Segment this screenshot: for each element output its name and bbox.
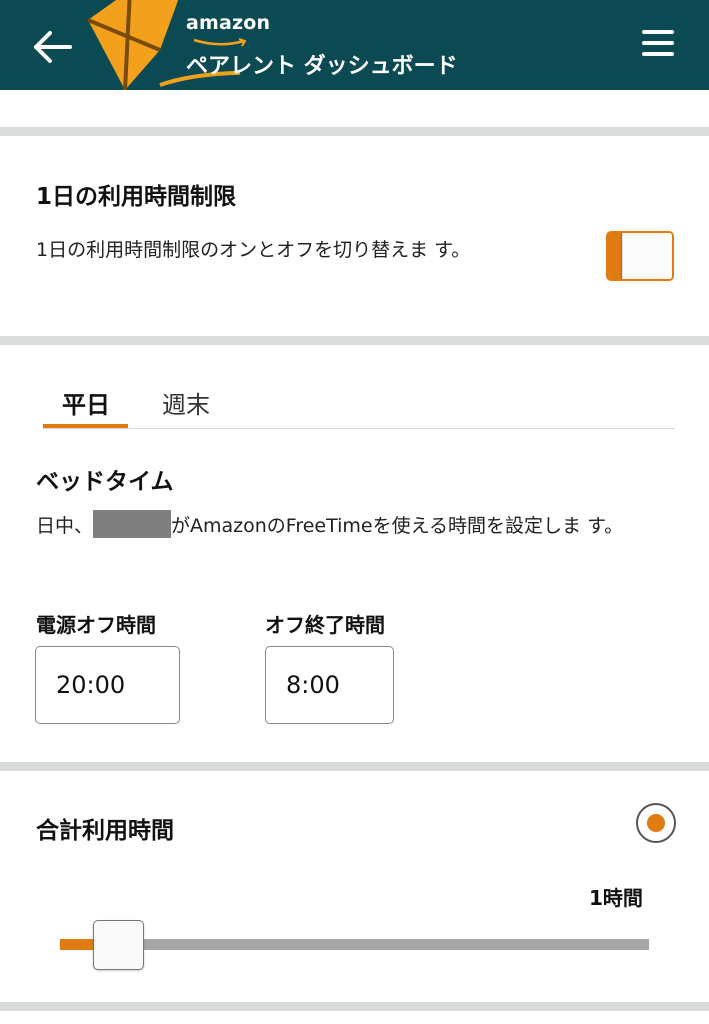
total-usage-title: 合計利用時間 <box>36 818 174 844</box>
back-arrow-icon[interactable] <box>28 22 78 72</box>
off-end-time-label: オフ終了時間 <box>265 613 385 637</box>
power-off-time-label: 電源オフ時間 <box>36 613 156 637</box>
toggle-knob <box>622 233 672 279</box>
bedtime-desc-end: がAmazonのFreeTimeを使える時間を設定しま す。 <box>171 515 624 537</box>
bedtime-title: ベッドタイム <box>36 469 174 495</box>
page-title: ペアレント ダッシュボード <box>186 54 458 79</box>
usage-slider-track[interactable] <box>60 939 649 950</box>
usage-slider-thumb[interactable] <box>93 920 145 970</box>
bedtime-desc-start: 日中、 <box>36 515 94 537</box>
amazon-smile-icon <box>193 38 247 47</box>
daily-limit-toggle[interactable] <box>606 231 674 281</box>
section-divider <box>0 762 709 771</box>
bedtime-description: 日中、 がAmazonのFreeTimeを使える時間を設定しま す。 <box>36 510 666 543</box>
total-usage-radio[interactable] <box>636 803 676 843</box>
tab-weekday[interactable]: 平日 <box>62 385 110 420</box>
daily-limit-description: 1日の利用時間制限のオンとオフを切り替えま す。 <box>36 239 471 261</box>
tab-weekend[interactable]: 週末 <box>162 385 210 420</box>
slider-value-label: 1時間 <box>589 886 643 910</box>
redacted-child-name <box>93 510 172 538</box>
tab-bar-line <box>43 428 675 429</box>
section-divider <box>0 336 709 345</box>
radio-selected-dot <box>647 814 665 832</box>
app-header: amazon ペアレント ダッシュボード <box>0 0 709 90</box>
daily-limit-title: 1日の利用時間制限 <box>36 184 237 210</box>
section-divider <box>0 127 709 136</box>
brand: amazon ペアレント ダッシュボード <box>186 12 458 79</box>
amazon-logo: amazon <box>186 12 271 34</box>
off-end-time-input[interactable]: 8:00 <box>265 646 394 724</box>
section-divider <box>0 1002 709 1011</box>
power-off-time-input[interactable]: 20:00 <box>35 646 180 724</box>
hamburger-menu-icon[interactable] <box>640 30 680 66</box>
